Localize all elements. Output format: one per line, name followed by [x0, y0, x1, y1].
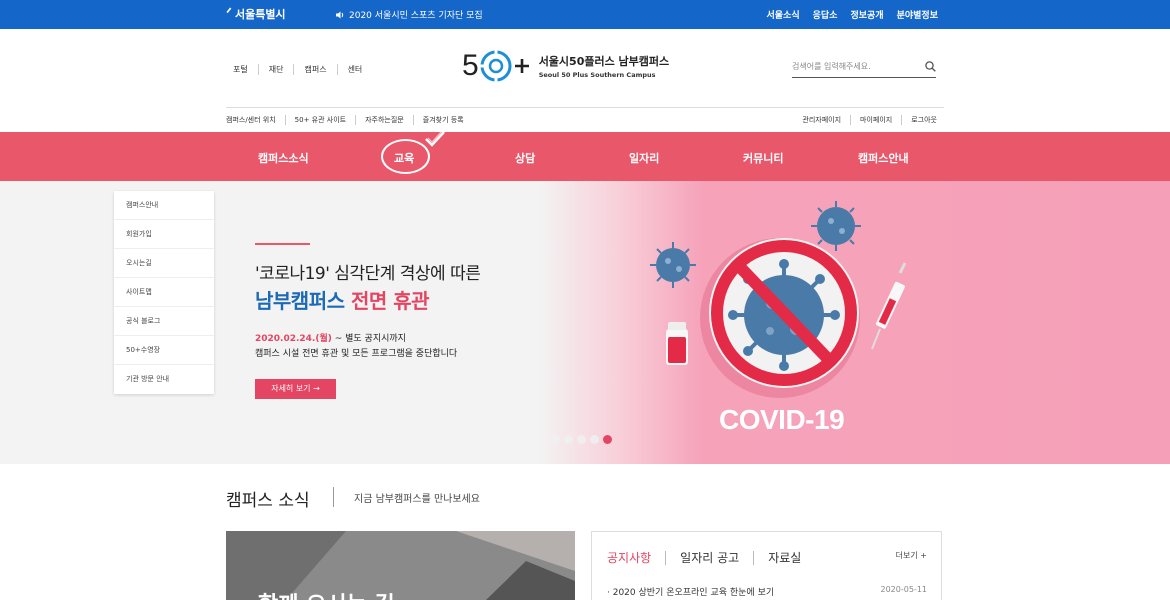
sub-link-location[interactable]: 캠퍼스/센터 위치: [226, 115, 285, 125]
hero-title-red: 전면 휴관: [350, 289, 430, 313]
util-link-campus[interactable]: 캠퍼스: [293, 64, 336, 75]
util-link-portal[interactable]: 포털: [233, 64, 258, 75]
util-link-center[interactable]: 센터: [336, 64, 373, 75]
top-link-field[interactable]: 분야별정보: [897, 8, 938, 21]
slider-dots: [551, 435, 612, 444]
sub-links-left: 캠퍼스/센터 위치 50+ 유관 사이트 자주하는질문 즐겨찾기 등록: [226, 115, 473, 125]
hero-date-suffix: ~ 별도 공지시까지: [331, 334, 406, 344]
quick-menu-signup[interactable]: 회원가입: [114, 220, 214, 249]
hero-date-value: 2020.02.24.(월): [255, 334, 332, 344]
quick-menu-blog[interactable]: 공식 블로그: [114, 307, 214, 336]
slide-dot-4[interactable]: [590, 435, 599, 444]
main-nav: [0, 132, 1170, 181]
list-item-title: · 2020 상반기 온오프라인 교육 한눈에 보기: [607, 588, 775, 598]
brand-english-name: Seoul 50 Plus Southern Campus: [538, 71, 656, 79]
sub-link-logout[interactable]: 로그아웃: [901, 115, 937, 125]
search-icon[interactable]: [925, 61, 936, 72]
brand-name: 서울시50플러스 남부캠퍼스: [538, 55, 670, 68]
top-notice[interactable]: 2020 서울시민 스포츠 기자단 모집: [336, 8, 483, 21]
syringe-icon: [871, 262, 907, 350]
quick-menu-campus-guide[interactable]: 캠퍼스안내: [114, 191, 214, 220]
header-divider: [226, 107, 944, 108]
news-title-divider: [333, 487, 334, 507]
virus-small-icon-1: [650, 242, 696, 288]
seoul-logo-text: 서울특별시: [234, 8, 286, 21]
slide-dot-5[interactable]: [603, 435, 612, 444]
news-photo-banner[interactable]: 함께 오시는 길: [226, 531, 575, 600]
slide-dot-1[interactable]: [551, 435, 560, 444]
sub-link-faq[interactable]: 자주하는질문: [355, 115, 413, 125]
list-item-date: 2020-05-11: [880, 585, 928, 594]
slide-dot-2[interactable]: [564, 435, 573, 444]
quick-menu-pool[interactable]: 50+수영장: [114, 336, 214, 365]
speaker-icon: [336, 11, 344, 18]
quick-menu-visit[interactable]: 기관 방문 안내: [114, 365, 214, 394]
util-link-foundation[interactable]: 재단: [257, 64, 294, 75]
brand-logo[interactable]: 5 서울시50플러스 남부캠퍼스 Seoul 50 Plus Southern …: [462, 48, 669, 84]
news-section-title: 캠퍼스 소식: [226, 491, 310, 511]
board-tabs: 공지사항 일자리 공고 자료실: [607, 549, 801, 566]
quick-menu-directions[interactable]: 오시는길: [114, 249, 214, 278]
fifty-plus-logo-icon: 5: [462, 48, 531, 84]
search-input[interactable]: [792, 62, 907, 71]
news-section-subtitle: 지금 남부캠퍼스를 만나보세요: [354, 494, 480, 505]
slide-dot-3[interactable]: [577, 435, 586, 444]
tab-job-postings[interactable]: 일자리 공고: [680, 549, 739, 566]
notice-board: 공지사항 일자리 공고 자료실 더보기 + · 2020 상반기 온오프라인 교…: [591, 531, 942, 600]
nav-highlight-circle: [381, 139, 430, 174]
sub-link-mypage[interactable]: 마이페이지: [850, 115, 901, 125]
top-links: 서울소식 응답소 정보공개 분야별정보: [767, 8, 939, 21]
news-photo-headline: 함께 오시는 길: [258, 587, 395, 600]
list-item[interactable]: · 2020 상반기 온오프라인 교육 한눈에 보기 2020-05-11: [607, 585, 927, 598]
nav-community[interactable]: 커뮤니티: [743, 150, 783, 166]
util-links: 포털 재단 캠퍼스 센터: [233, 64, 372, 75]
top-link-news[interactable]: 서울소식: [767, 8, 800, 21]
hero-title-line1: '코로나19' 심각단계 격상에 따른: [255, 264, 481, 284]
nav-campus-news[interactable]: 캠퍼스소식: [258, 150, 309, 166]
check-mark-icon: [425, 130, 445, 147]
nav-jobs[interactable]: 일자리: [629, 150, 659, 166]
nav-counseling[interactable]: 상담: [515, 150, 535, 166]
seoul-logo[interactable]: ᐟ 서울특별시: [226, 6, 286, 22]
hero-description: 캠퍼스 시설 전면 휴관 및 모든 프로그램을 중단합니다: [255, 349, 458, 359]
hero-date: 2020.02.24.(월) ~ 별도 공지시까지: [255, 331, 406, 344]
hero-title-line2: 남부캠퍼스 전면 휴관: [255, 285, 430, 314]
top-link-info[interactable]: 정보공개: [850, 8, 883, 21]
quick-menu: 캠퍼스안내 회원가입 오시는길 사이트맵 공식 블로그 50+수영장 기관 방문…: [114, 191, 214, 394]
sub-links-right: 관리자페이지 마이페이지 로그아웃: [793, 115, 937, 125]
covid-label: COVID-19: [719, 404, 845, 435]
vial-icon: [666, 322, 688, 365]
top-link-response[interactable]: 응답소: [813, 8, 838, 21]
virus-small-icon-2: [811, 201, 861, 251]
top-bar: [0, 0, 1170, 29]
hero-detail-button[interactable]: 자세히 보기 →: [255, 379, 336, 399]
quick-menu-sitemap[interactable]: 사이트맵: [114, 278, 214, 307]
nav-campus-info[interactable]: 캠퍼스안내: [858, 150, 909, 166]
hero-accent-line: [255, 243, 310, 245]
tab-archive[interactable]: 자료실: [768, 549, 801, 566]
notice-text: 2020 서울시민 스포츠 기자단 모집: [349, 11, 483, 21]
hero-title-blue: 남부캠퍼스: [255, 289, 345, 313]
seoul-logo-icon: ᐟ: [226, 6, 232, 22]
sub-link-related-sites[interactable]: 50+ 유관 사이트: [284, 115, 355, 125]
tab-notices[interactable]: 공지사항: [607, 549, 651, 566]
sub-link-bookmark[interactable]: 즐겨찾기 등록: [412, 115, 473, 125]
search-box: [792, 56, 936, 78]
sub-link-admin[interactable]: 관리자페이지: [793, 115, 850, 125]
more-link[interactable]: 더보기 +: [896, 550, 927, 561]
